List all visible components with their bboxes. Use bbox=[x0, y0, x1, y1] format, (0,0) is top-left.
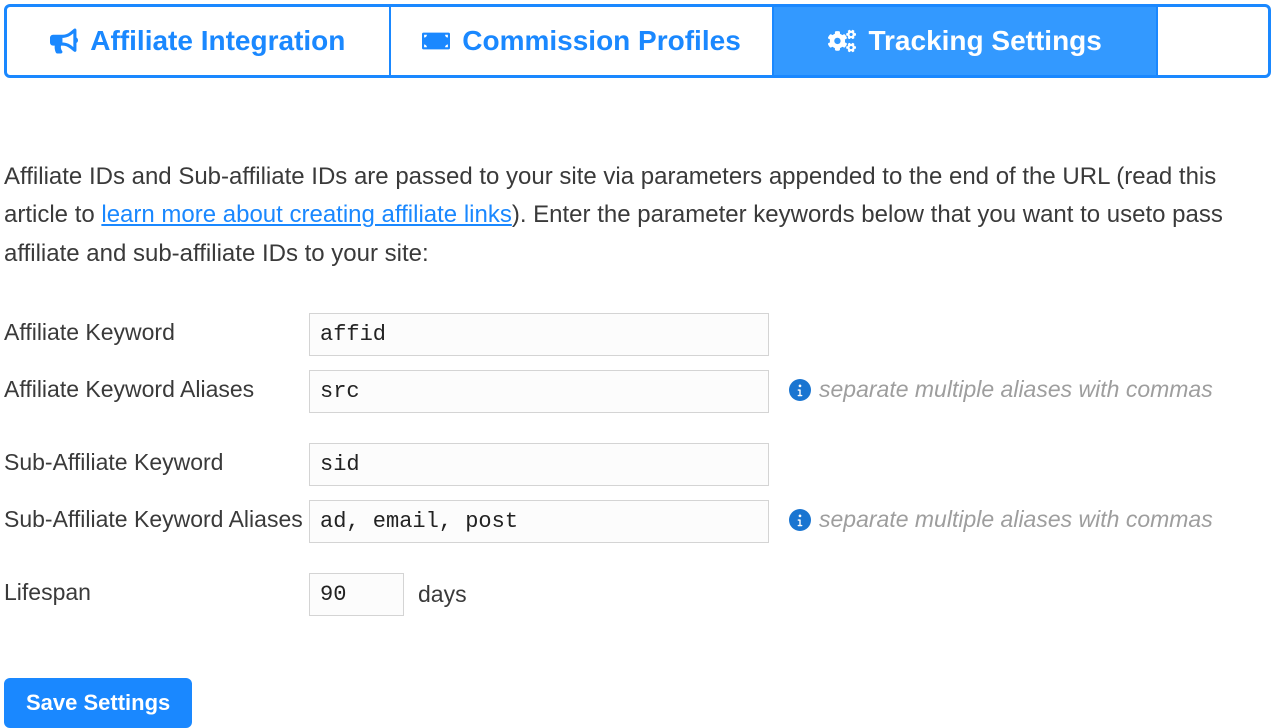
row-lifespan: Lifespan days bbox=[4, 573, 1271, 616]
info-icon bbox=[789, 379, 811, 401]
affiliate-aliases-input[interactable] bbox=[309, 370, 769, 413]
tab-label: Tracking Settings bbox=[868, 25, 1101, 57]
row-affiliate-aliases: Affiliate Keyword Aliases separate multi… bbox=[4, 370, 1271, 413]
hint-text: separate multiple aliases with commas bbox=[819, 506, 1213, 533]
tab-affiliate-integration[interactable]: Affiliate Integration bbox=[7, 7, 391, 75]
info-icon bbox=[789, 509, 811, 531]
tabs-bar: Affiliate Integration Commission Profile… bbox=[4, 4, 1271, 78]
money-icon bbox=[422, 27, 450, 55]
intro-text: Affiliate IDs and Sub-affiliate IDs are … bbox=[4, 158, 1271, 273]
label-sub-keyword: Sub-Affiliate Keyword bbox=[4, 443, 309, 476]
label-affiliate-keyword: Affiliate Keyword bbox=[4, 313, 309, 346]
tab-label: Commission Profiles bbox=[462, 25, 741, 57]
row-affiliate-keyword: Affiliate Keyword bbox=[4, 313, 1271, 356]
tab-commission-profiles[interactable]: Commission Profiles bbox=[391, 7, 775, 75]
save-button[interactable]: Save Settings bbox=[4, 678, 192, 728]
row-sub-aliases: Sub-Affiliate Keyword Aliases separate m… bbox=[4, 500, 1271, 543]
row-sub-keyword: Sub-Affiliate Keyword bbox=[4, 443, 1271, 486]
label-affiliate-aliases: Affiliate Keyword Aliases bbox=[4, 370, 309, 403]
lifespan-unit: days bbox=[404, 573, 467, 608]
affiliate-keyword-input[interactable] bbox=[309, 313, 769, 356]
hint-text: separate multiple aliases with commas bbox=[819, 376, 1213, 403]
label-sub-aliases: Sub-Affiliate Keyword Aliases bbox=[4, 500, 309, 533]
sub-aliases-input[interactable] bbox=[309, 500, 769, 543]
tab-tracking-settings[interactable]: Tracking Settings bbox=[774, 7, 1158, 75]
sub-keyword-input[interactable] bbox=[309, 443, 769, 486]
tab-label: Affiliate Integration bbox=[90, 25, 345, 57]
bullhorn-icon bbox=[50, 27, 78, 55]
label-lifespan: Lifespan bbox=[4, 573, 309, 606]
tab-spacer bbox=[1158, 7, 1268, 75]
settings-form: Affiliate Keyword Affiliate Keyword Alia… bbox=[4, 313, 1271, 616]
gears-icon bbox=[828, 27, 856, 55]
lifespan-input[interactable] bbox=[309, 573, 404, 616]
learn-more-link[interactable]: learn more about creating affiliate link… bbox=[101, 201, 511, 228]
